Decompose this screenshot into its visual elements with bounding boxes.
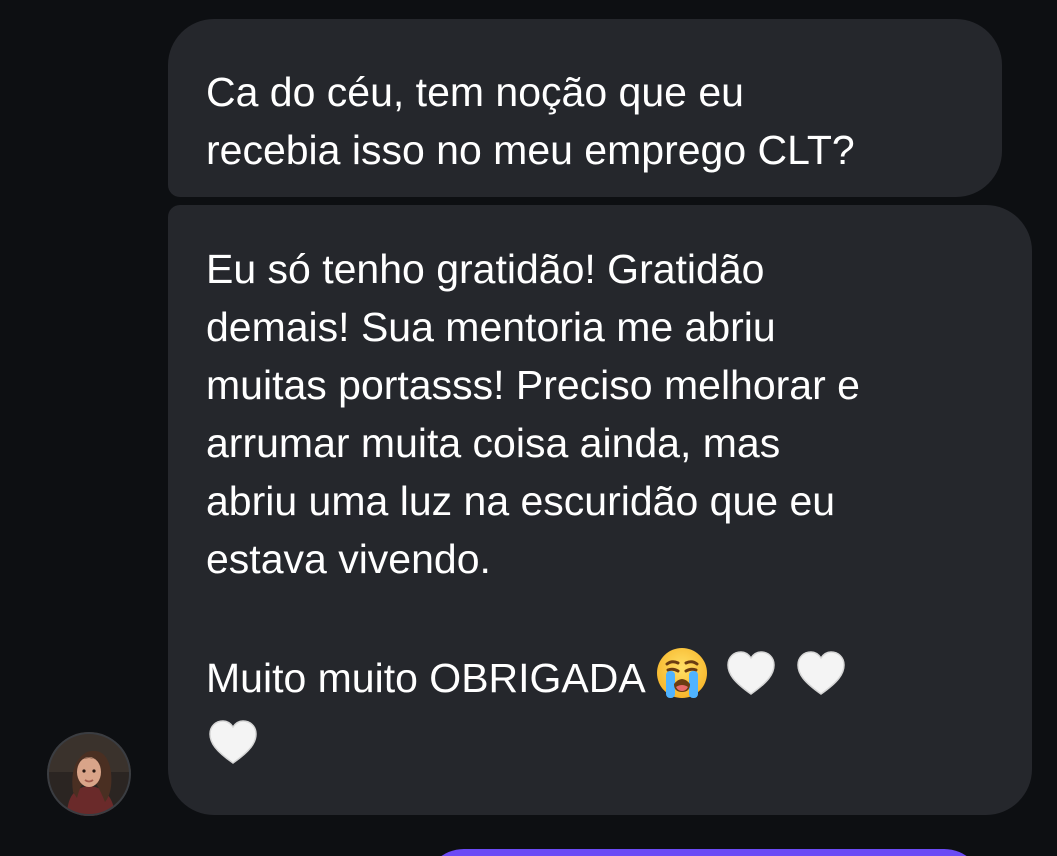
message-closing-line: Muito muito OBRIGADA xyxy=(206,646,1012,715)
composer-bar[interactable] xyxy=(424,849,984,856)
message-text-line: Eu só tenho gratidão! Gratidão xyxy=(206,246,765,292)
message-text-line: abriu uma luz na escuridão que eu xyxy=(206,478,836,524)
message-text-line: recebia isso no meu emprego CLT? xyxy=(206,127,855,173)
white-heart-icon xyxy=(724,646,778,715)
message-bubble[interactable]: Ca do céu, tem noção que eu recebia isso… xyxy=(168,19,1002,197)
message-text-line: estava vivendo. xyxy=(206,536,491,582)
message-emoji-line xyxy=(206,715,1012,784)
loudly-crying-face-icon xyxy=(655,646,709,715)
chat-screen: Ca do céu, tem noção que eu recebia isso… xyxy=(0,0,1057,856)
white-heart-icon xyxy=(206,715,260,784)
message-bubble[interactable]: Eu só tenho gratidão! Gratidão demais! S… xyxy=(168,205,1032,815)
message-text-line: muitas portasss! Preciso melhorar e xyxy=(206,362,860,408)
message-text-line: arrumar muita coisa ainda, mas xyxy=(206,420,781,466)
white-heart-icon xyxy=(794,646,848,715)
avatar[interactable] xyxy=(47,732,131,816)
message-text-line: Ca do céu, tem noção que eu xyxy=(206,69,744,115)
message-text-line: demais! Sua mentoria me abriu xyxy=(206,304,776,350)
message-closing-text: Muito muito OBRIGADA xyxy=(206,655,644,701)
